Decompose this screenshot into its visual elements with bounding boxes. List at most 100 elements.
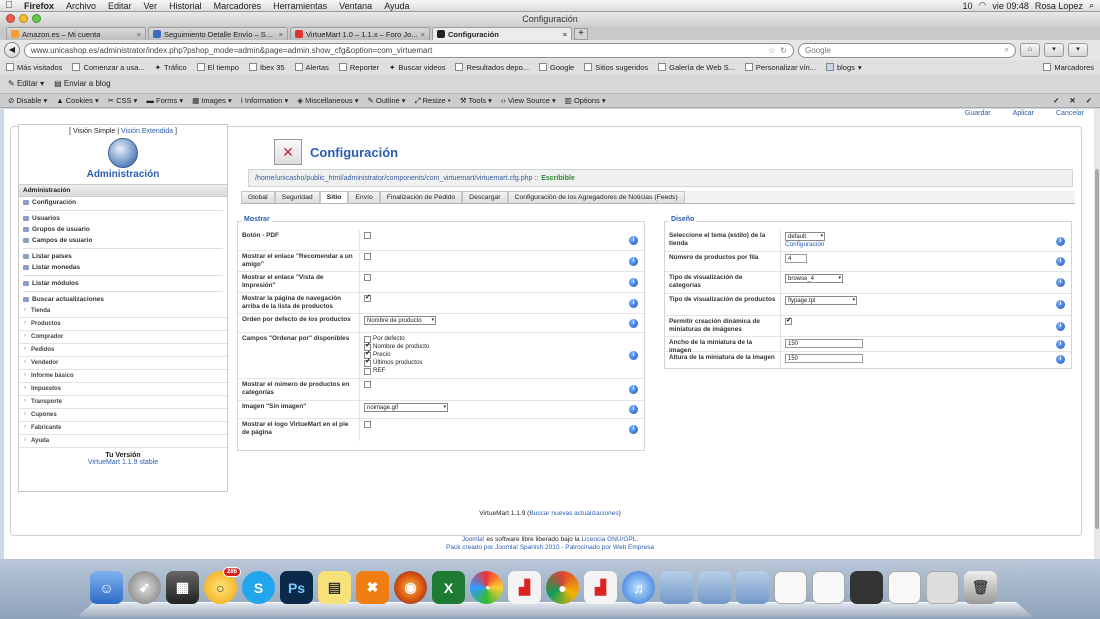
browser-tab[interactable]: Amazon.es – Mi cuenta ×: [6, 27, 146, 40]
clock-icon[interactable]: ○ 286: [204, 567, 241, 604]
menu-ventana[interactable]: Ventana: [333, 1, 378, 11]
bookmark[interactable]: Más visitados: [6, 63, 62, 72]
help-icon[interactable]: i: [629, 299, 638, 308]
close-tab-icon[interactable]: ×: [421, 30, 425, 39]
menu-archivo[interactable]: Archivo: [60, 1, 102, 11]
page-scrollbar[interactable]: [1094, 109, 1100, 559]
back-button[interactable]: ◀: [4, 42, 20, 58]
help-icon[interactable]: i: [1056, 322, 1065, 331]
theme-select[interactable]: default ▾: [785, 232, 825, 241]
xampp-icon[interactable]: ✖: [356, 571, 389, 604]
menu-item-grupos[interactable]: Grupos de usuario: [19, 224, 227, 235]
menu-item-monedas[interactable]: Listar monedas: [19, 262, 227, 273]
menu-app[interactable]: Firefox: [18, 1, 60, 11]
products-per-row-input[interactable]: 4: [785, 254, 807, 263]
dev-forms[interactable]: ▬ Forms ▾: [146, 96, 183, 105]
menu-item-actualizaciones[interactable]: Buscar actualizaciones: [19, 294, 227, 305]
rocket-icon[interactable]: ➶: [128, 571, 161, 604]
browser-tab[interactable]: VirtueMart 1.0 – 1.1.x – Foro Jo... ×: [290, 27, 430, 40]
category-view-select[interactable]: browse_4 ▾: [785, 274, 843, 283]
dev-view-source[interactable]: ‹› View Source ▾: [501, 96, 556, 105]
help-icon[interactable]: i: [1056, 237, 1065, 246]
close-icon[interactable]: ✕: [1069, 96, 1075, 105]
menu-item-campos[interactable]: Campos de usuario: [19, 235, 227, 246]
dev-resize[interactable]: ⤢ Resize ▾: [415, 96, 451, 106]
user-name[interactable]: Rosa Lopez: [1035, 1, 1083, 11]
menu-group-pedidos[interactable]: Pedidos: [19, 344, 227, 357]
pdf-icon[interactable]: ▟: [508, 571, 541, 604]
order-option-checkbox[interactable]: [364, 358, 371, 367]
menu-group-productos[interactable]: Productos: [19, 318, 227, 331]
save-button[interactable]: Guardar: [965, 110, 991, 117]
pack-credit[interactable]: Pack creado por Joomla! Spanish 2010 - P…: [446, 544, 654, 551]
acrobat-icon[interactable]: ▟: [584, 571, 617, 604]
help-icon[interactable]: i: [1056, 278, 1065, 287]
menu-group-fabricante[interactable]: Fabricante: [19, 422, 227, 435]
check-icon[interactable]: ✓: [1086, 96, 1092, 105]
order-option-checkbox[interactable]: [364, 367, 371, 375]
recommend-checkbox[interactable]: [364, 253, 371, 260]
menu-button[interactable]: ▾: [1068, 43, 1088, 57]
send-to-blog-button[interactable]: ▤ Enviar a blog: [54, 79, 110, 88]
bookmarks-menu[interactable]: Marcadores: [1043, 63, 1094, 72]
excel-icon[interactable]: X: [432, 571, 465, 604]
window-icon[interactable]: [850, 571, 883, 604]
thumbnail-width-input[interactable]: 150: [785, 339, 863, 348]
document-icon[interactable]: [812, 571, 845, 604]
trash-icon[interactable]: 🗑: [964, 571, 997, 604]
scrollbar-thumb[interactable]: [1095, 169, 1099, 529]
bookmark[interactable]: Resultados depo...: [455, 63, 529, 72]
browser-tab-active[interactable]: Configuración ×: [432, 27, 572, 40]
bookmark-folder[interactable]: blogs ▾: [825, 63, 862, 72]
bookmark[interactable]: Comenzar a usa...: [72, 63, 145, 72]
menu-herramientas[interactable]: Herramientas: [267, 1, 333, 11]
new-tab-button[interactable]: +: [574, 28, 588, 40]
window-icon[interactable]: [926, 571, 959, 604]
folder-icon[interactable]: [736, 571, 769, 604]
bookmark[interactable]: Personalizar vín...: [744, 63, 816, 72]
dev-information[interactable]: ⅰ Information ▾: [241, 96, 289, 105]
menu-group-ayuda[interactable]: Ayuda: [19, 435, 227, 448]
dev-images[interactable]: ▦ Images ▾: [192, 96, 232, 105]
calculator-icon[interactable]: ▦: [166, 571, 199, 604]
apple-menu-icon[interactable]: : [0, 0, 18, 11]
license-link[interactable]: Licencia GNU/GPL.: [581, 536, 638, 543]
help-icon[interactable]: i: [1056, 340, 1065, 349]
bookmark[interactable]: Alertas: [294, 63, 329, 72]
edit-button[interactable]: ✎ Editar ▾: [8, 79, 44, 88]
menu-group-informe[interactable]: Informe básico: [19, 370, 227, 383]
dev-css[interactable]: ✂ CSS ▾: [108, 96, 138, 105]
pdf-checkbox[interactable]: [364, 232, 371, 239]
folder-icon[interactable]: [660, 571, 693, 604]
menu-ver[interactable]: Ver: [138, 1, 164, 11]
section-administracion[interactable]: Administración: [19, 184, 227, 197]
apply-button[interactable]: Aplicar: [1013, 110, 1034, 117]
close-tab-icon[interactable]: ×: [137, 30, 141, 39]
tab-global[interactable]: Global: [241, 191, 275, 203]
spotlight-icon[interactable]: ⌕: [1089, 0, 1094, 11]
help-icon[interactable]: i: [629, 319, 638, 328]
menu-marcadores[interactable]: Marcadores: [208, 1, 268, 11]
menu-group-cupones[interactable]: Cupones: [19, 409, 227, 422]
browser-tab[interactable]: Seguimiento Detalle Envío – SE... ×: [148, 27, 288, 40]
help-icon[interactable]: i: [629, 236, 638, 245]
minimize-window-icon[interactable]: [19, 14, 28, 23]
chrome-icon[interactable]: ●: [546, 571, 579, 604]
thumbnail-height-input[interactable]: 150: [785, 354, 863, 363]
bookmark[interactable]: Ibex 35: [248, 63, 285, 72]
zoom-window-icon[interactable]: [32, 14, 41, 23]
help-icon[interactable]: i: [629, 385, 638, 394]
document-icon[interactable]: [888, 571, 921, 604]
tab-feeds[interactable]: Configuración de los Agregadores de Noti…: [507, 191, 685, 203]
wifi-icon[interactable]: ◠: [979, 0, 987, 11]
extended-view-link[interactable]: Visión Extendida: [121, 128, 173, 135]
help-icon[interactable]: i: [1056, 300, 1065, 309]
help-icon[interactable]: i: [629, 351, 638, 360]
joomla-link[interactable]: Joomla!: [462, 536, 485, 543]
menu-group-transporte[interactable]: Transporte: [19, 396, 227, 409]
photoshop-icon[interactable]: Ps: [280, 571, 313, 604]
bookmark[interactable]: El tiempo: [196, 63, 239, 72]
bookmark[interactable]: Google: [539, 63, 574, 72]
help-icon[interactable]: i: [1056, 355, 1065, 364]
search-icon[interactable]: ⌕: [1005, 45, 1009, 55]
